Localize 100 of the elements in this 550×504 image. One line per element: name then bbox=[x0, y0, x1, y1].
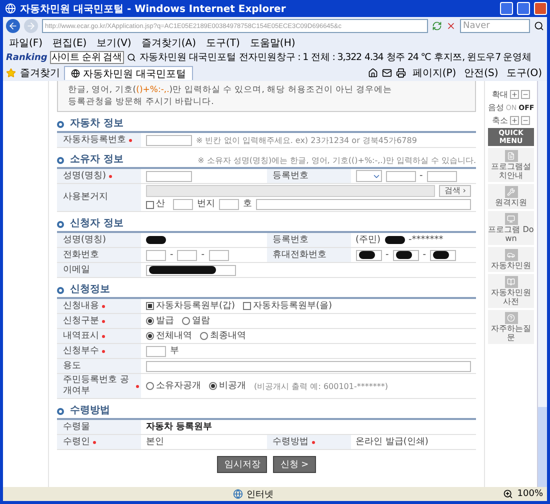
checkbox[interactable] bbox=[146, 302, 154, 310]
section-title: 소유자 정보 bbox=[70, 153, 124, 166]
text-field[interactable] bbox=[356, 250, 382, 260]
checkbox[interactable] bbox=[146, 200, 154, 208]
zoom-icon[interactable] bbox=[503, 489, 514, 499]
text-field[interactable] bbox=[146, 346, 166, 356]
menu-item[interactable]: 도구(T) bbox=[203, 36, 243, 50]
toolbar-text[interactable]: 자동차민원 대국민포털 bbox=[139, 51, 236, 64]
text-field[interactable] bbox=[208, 250, 228, 260]
redaction-mark bbox=[433, 251, 449, 259]
quick-menu-item[interactable]: 원격지원 bbox=[488, 184, 534, 209]
menu-item[interactable]: 즐겨찾기(A) bbox=[138, 36, 199, 50]
toolbar-text[interactable]: 전체 : 3,322 bbox=[311, 51, 362, 64]
radio-label: 발급 bbox=[156, 316, 174, 326]
label-text: 사용본거지 bbox=[63, 192, 108, 203]
quick-menu-item[interactable]: 자동차민원 bbox=[488, 247, 534, 272]
text-field[interactable] bbox=[256, 199, 471, 210]
text-field[interactable] bbox=[177, 250, 198, 260]
minus-button[interactable] bbox=[521, 116, 530, 125]
text-field[interactable] bbox=[219, 199, 239, 210]
menu-icon bbox=[504, 213, 518, 225]
minus-button[interactable] bbox=[521, 90, 530, 99]
stop-icon[interactable] bbox=[446, 21, 456, 31]
menu-item[interactable]: 파일(F) bbox=[6, 36, 46, 50]
toolbar-text[interactable]: 전자민원창구 : 1 bbox=[238, 51, 308, 64]
command-menu[interactable]: 페이지(P) bbox=[410, 66, 458, 80]
label-text: 신청내용 bbox=[63, 300, 99, 312]
maximize-button[interactable] bbox=[517, 2, 530, 15]
checkbox[interactable] bbox=[243, 302, 252, 310]
value-text: -******* bbox=[408, 234, 444, 246]
section-icon bbox=[57, 157, 64, 164]
close-button[interactable] bbox=[534, 2, 547, 15]
label-text: 내역표시 bbox=[63, 330, 99, 342]
text-field[interactable] bbox=[386, 170, 416, 182]
required-mark bbox=[102, 320, 105, 322]
star-icon[interactable] bbox=[6, 68, 16, 78]
plus-button[interactable] bbox=[510, 116, 519, 125]
toolbar-text[interactable]: 청주 24 ℃ bbox=[386, 51, 431, 64]
label-text: 휴대전화번호 bbox=[272, 250, 326, 260]
quick-menu-item[interactable]: 자주하는질문 bbox=[488, 310, 534, 344]
menu-item[interactable]: 보기(V) bbox=[94, 36, 134, 50]
search-icon[interactable] bbox=[534, 21, 544, 31]
submit-button[interactable]: 신청 > bbox=[273, 456, 316, 473]
printer-icon[interactable] bbox=[396, 68, 406, 78]
radio-button[interactable] bbox=[146, 332, 154, 340]
toolbar-text[interactable]: 후지쯔, 윈도우7 운영체 bbox=[434, 51, 532, 64]
section-note: ※ 소유자 성명(명칭)에는 한글, 영어, 기호(()+%:-,.)만 입력하실 수 있습니다. bbox=[196, 156, 476, 166]
text-field[interactable] bbox=[426, 170, 457, 182]
search-button[interactable]: 검색 › bbox=[439, 185, 471, 197]
command-menu[interactable]: 도구(O) bbox=[504, 66, 544, 80]
text-field[interactable] bbox=[146, 250, 166, 260]
toolbar-text[interactable]: 4.34 bbox=[364, 52, 384, 63]
zoom-level[interactable]: 100% bbox=[517, 489, 544, 499]
text-field[interactable] bbox=[173, 199, 193, 210]
back-icon[interactable] bbox=[6, 19, 20, 33]
value-text: - bbox=[422, 250, 426, 260]
mail-icon[interactable] bbox=[382, 68, 392, 78]
radio-button[interactable] bbox=[182, 317, 190, 325]
quick-menu-item[interactable]: 자동차민원사전 bbox=[488, 274, 534, 308]
home-icon[interactable] bbox=[368, 68, 378, 78]
section-title: 자동차 정보 bbox=[70, 117, 124, 130]
search-field[interactable]: 사이트 순위 검색 bbox=[50, 51, 124, 64]
radio-label: 전체내역 bbox=[156, 330, 192, 342]
plus-icon bbox=[511, 91, 518, 98]
refresh-icon[interactable] bbox=[432, 21, 442, 31]
value-text: - bbox=[386, 250, 389, 260]
text-field[interactable] bbox=[430, 250, 456, 260]
text-field[interactable] bbox=[146, 134, 192, 146]
quick-menu-item[interactable]: 프로그램 Down bbox=[488, 211, 534, 245]
radio-button[interactable] bbox=[146, 382, 154, 390]
radio-button[interactable] bbox=[209, 382, 217, 390]
quick-menu-item[interactable]: 프로그램설치안내 bbox=[488, 148, 534, 182]
label-text: 수령방법 bbox=[272, 436, 308, 448]
save-button[interactable]: 임시저장 bbox=[217, 456, 268, 473]
checkbox-label: 자동차등록원부(을) bbox=[253, 300, 332, 312]
favorites-label[interactable]: 즐겨찾기 bbox=[20, 66, 60, 80]
scrollbar-thumb[interactable] bbox=[538, 407, 547, 487]
minimize-button[interactable] bbox=[500, 2, 513, 15]
section-title: 신청자 정보 bbox=[70, 217, 124, 230]
menu-item[interactable]: 편집(E) bbox=[50, 36, 90, 50]
text-field[interactable] bbox=[392, 250, 419, 260]
browser-tab[interactable]: 자동차민원 대국민포털 bbox=[64, 66, 194, 80]
globe-icon bbox=[232, 489, 243, 499]
zoom-label: 확대 bbox=[492, 89, 508, 100]
radio-button[interactable] bbox=[200, 332, 208, 340]
label-text: 등록번호 bbox=[272, 170, 308, 182]
hint-text: (비공개시 출력 예: 600101-*******) bbox=[254, 380, 388, 392]
radio-button[interactable] bbox=[146, 317, 154, 325]
section-icon bbox=[57, 121, 64, 128]
redaction-mark bbox=[146, 236, 166, 244]
menu-icon bbox=[504, 249, 518, 261]
radio-label: 최종내역 bbox=[210, 330, 246, 342]
text-field[interactable] bbox=[146, 170, 192, 182]
text-field[interactable] bbox=[146, 360, 471, 372]
search-icon[interactable] bbox=[127, 53, 136, 62]
plus-button[interactable] bbox=[510, 90, 519, 99]
text-field[interactable] bbox=[146, 264, 236, 276]
toolbar-logo[interactable]: Ranking bbox=[6, 52, 48, 62]
menu-item[interactable]: 도움말(H) bbox=[246, 36, 298, 50]
command-menu[interactable]: 안전(S) bbox=[462, 66, 500, 80]
